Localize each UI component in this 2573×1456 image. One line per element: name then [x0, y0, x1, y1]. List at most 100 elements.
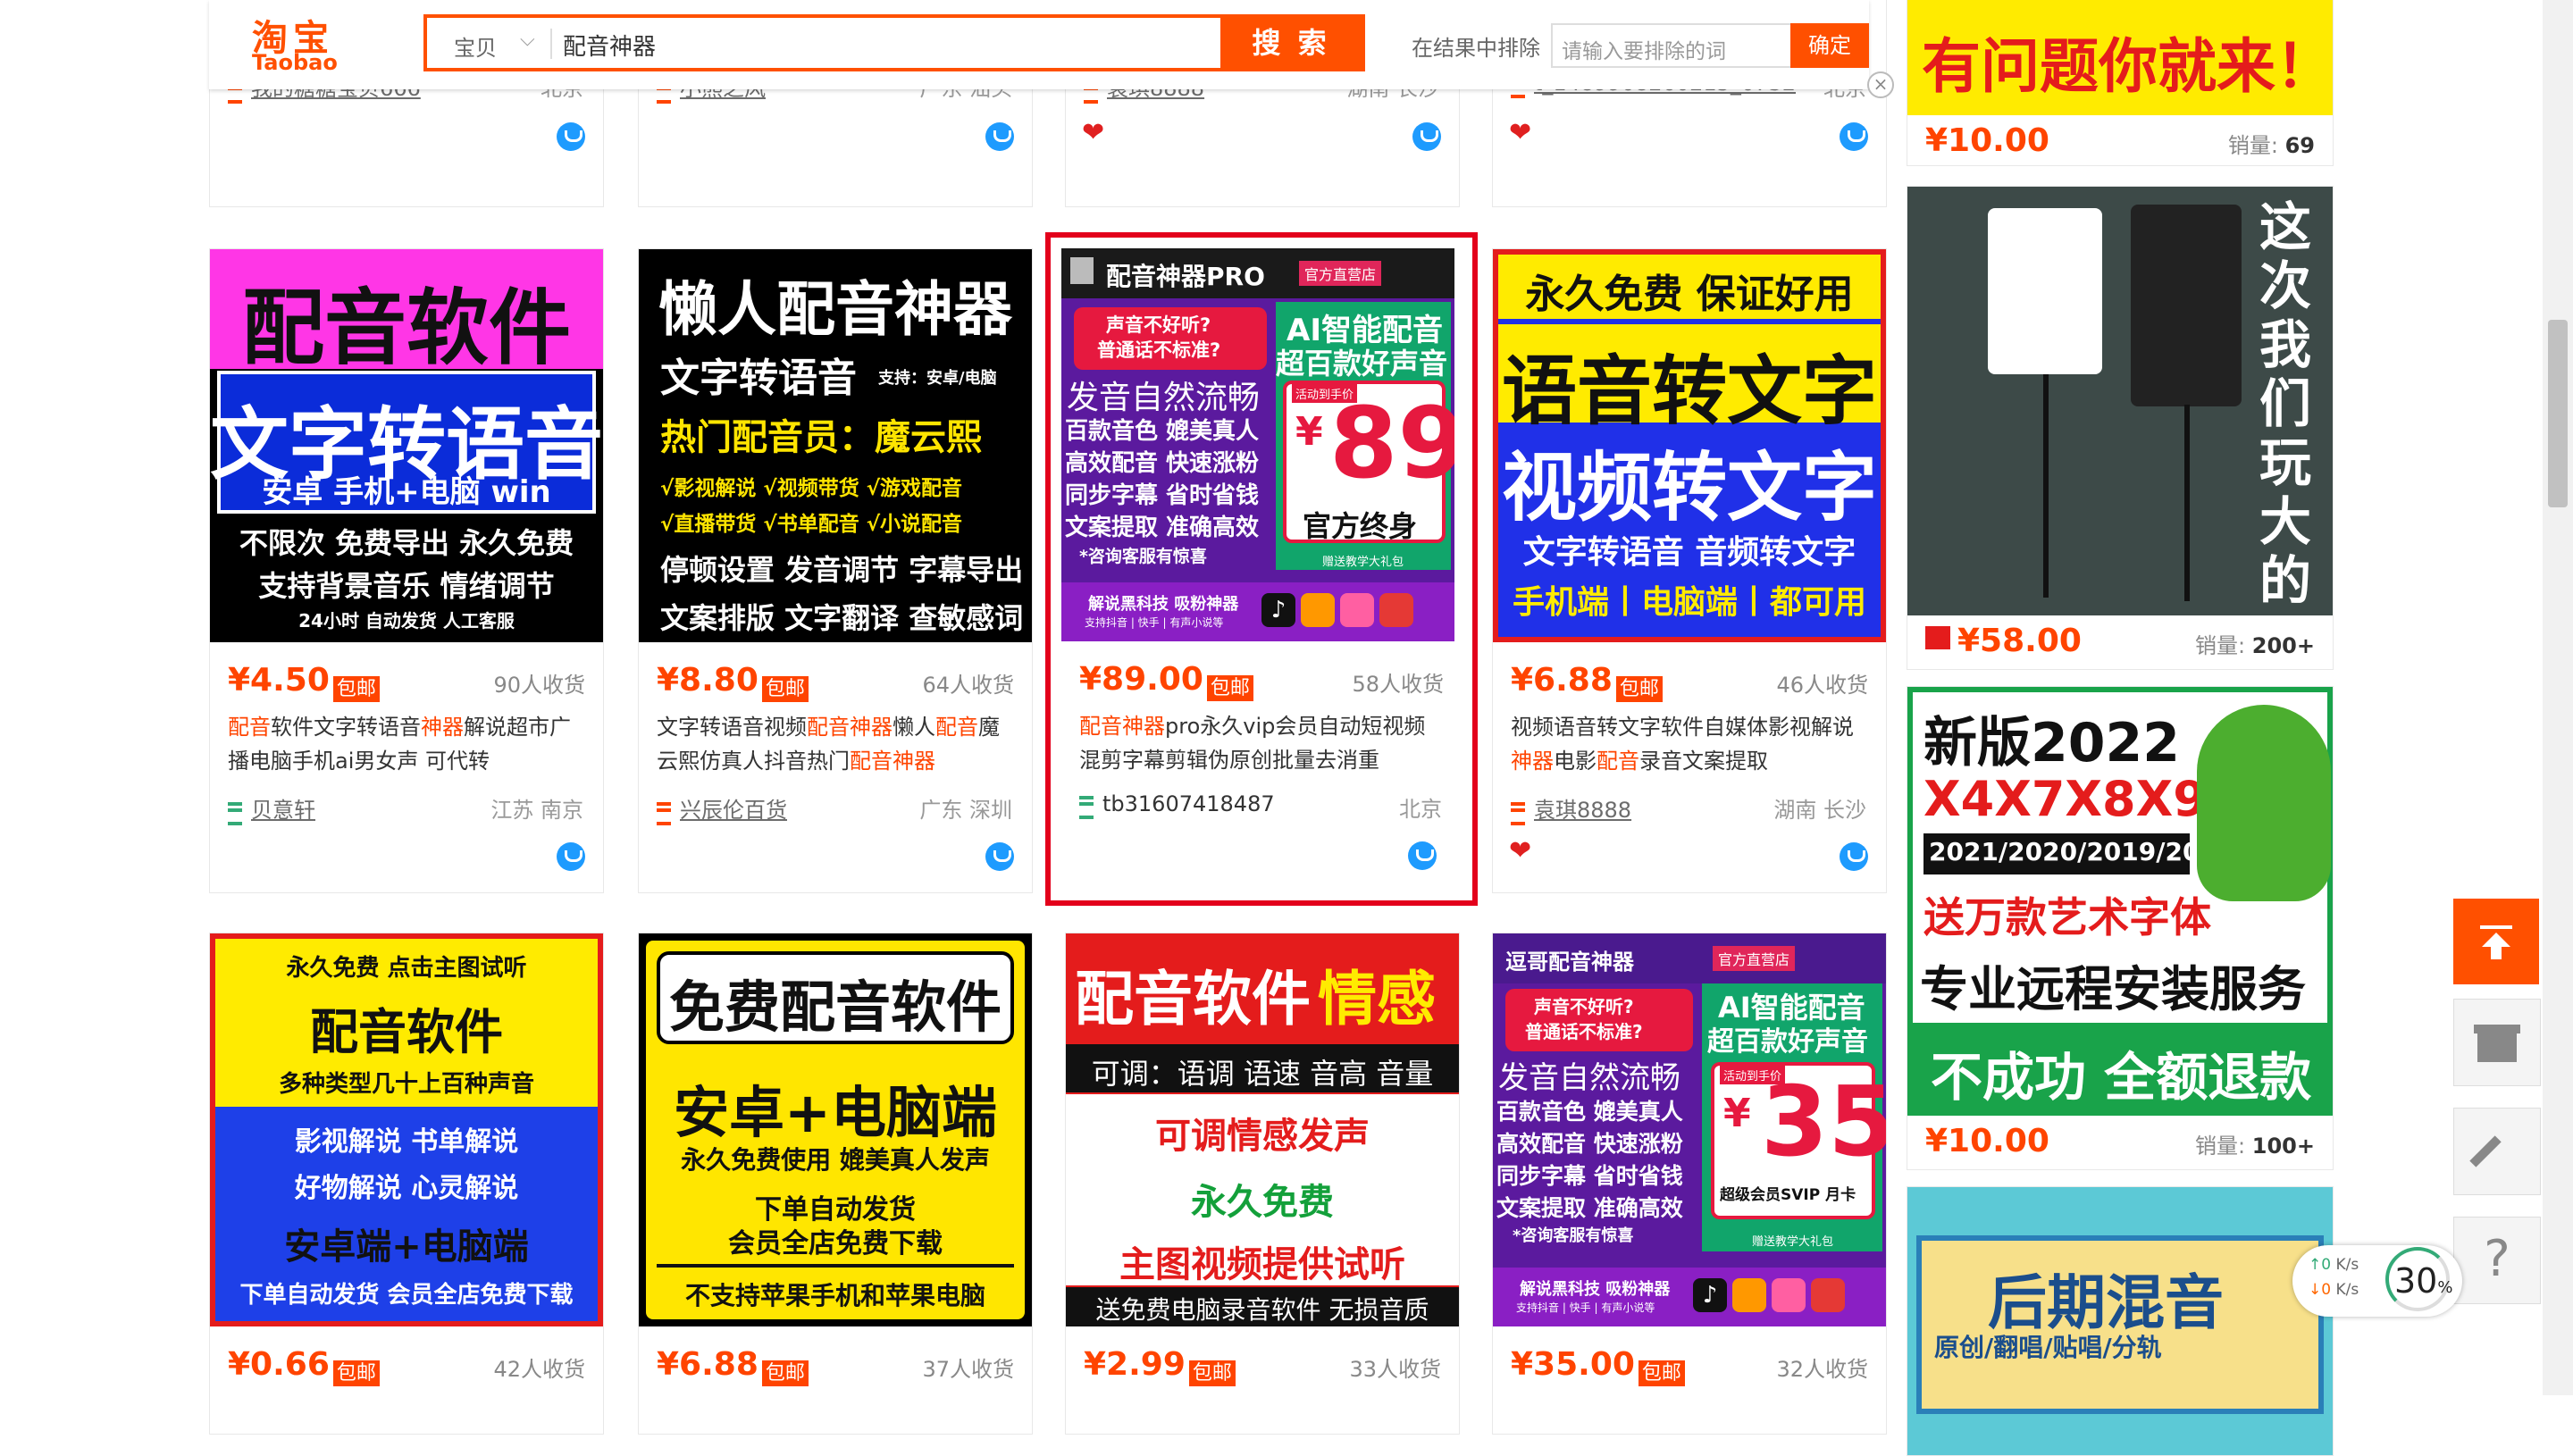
location: 广东 深圳: [919, 798, 1012, 823]
sales-count: 销量: 100+: [2195, 1134, 2315, 1159]
free-shipping-badge: 包邮: [761, 1360, 809, 1386]
wangwang-chat-icon[interactable]: [1840, 122, 1868, 151]
search-input[interactable]: 配音神器: [563, 29, 1099, 62]
product-card[interactable]: 免费配音软件 安卓+电脑端 永久免费使用 媲美真人发声 下单自动发货 会员全店免…: [638, 933, 1033, 1435]
free-shipping-badge: 包邮: [1638, 1360, 1685, 1386]
pencil-icon: [2469, 1135, 2502, 1167]
product-image[interactable]: 新版2022 X4X7X8X9 2021/2020/2019/2018 送万款艺…: [1907, 687, 2333, 1116]
confirm-button[interactable]: 确定: [1790, 23, 1869, 68]
location: 北京: [1399, 797, 1442, 822]
feedback-button[interactable]: [2453, 1108, 2541, 1195]
help-button[interactable]: ?: [2453, 1217, 2541, 1304]
shop-icon: [657, 801, 671, 825]
product-card[interactable]: 配音软件 情感 可调：语调 语速 音高 音量 可调情感发声 永久免费 主图视频提…: [1065, 933, 1460, 1435]
product-card[interactable]: 懒人配音神器 文字转语音 支持：安卓/电脑 热门配音员：魔云熙 √影视解说 √视…: [638, 248, 1033, 893]
sales-count: 46人收货: [1776, 673, 1868, 698]
app-icon: [1379, 593, 1413, 627]
price: ¥6.88: [657, 1346, 758, 1383]
scrollbar[interactable]: [2543, 0, 2573, 1395]
product-card[interactable]: 永久免费 点击主图试听 配音软件 多种类型几十上百种声音 影视解说 书单解说 好…: [209, 933, 604, 1435]
price: ¥4.50: [228, 662, 330, 699]
wangwang-chat-icon[interactable]: [985, 842, 1014, 871]
gift-button[interactable]: [2453, 999, 2541, 1086]
location: 湖南 长沙: [1773, 798, 1866, 823]
sales-count: 32人收货: [1776, 1357, 1868, 1382]
tiktok-icon: ♪: [1693, 1278, 1727, 1312]
heart-icon: ❤: [1509, 835, 1532, 866]
free-shipping-badge: 包邮: [332, 675, 380, 702]
product-card[interactable]: 配音软件 文字转语音 安卓 手机+电脑 win 不限次 免费导出 永久免费 支持…: [209, 248, 604, 893]
wangwang-chat-icon[interactable]: [1412, 122, 1441, 151]
usage-percent: 30%: [2394, 1261, 2453, 1301]
price: ¥0.66: [228, 1346, 330, 1383]
side-ad[interactable]: 新版2022 X4X7X8X9 2021/2020/2019/2018 送万款艺…: [1907, 686, 2334, 1170]
taobao-logo-en: Taobao: [252, 50, 338, 75]
wangwang-chat-icon[interactable]: [557, 122, 585, 151]
product-image[interactable]: 配音神器PRO 官方直营店 声音不好听? 普通话不标准? AI智能配音 超百款好…: [1061, 248, 1454, 641]
product-image[interactable]: 配音软件 情感 可调：语调 语速 音高 音量 可调情感发声 永久免费 主图视频提…: [1066, 933, 1459, 1326]
shop-icon: [228, 801, 242, 825]
price: ¥6.88: [1511, 662, 1613, 699]
product-image[interactable]: 永久免费 点击主图试听 配音软件 多种类型几十上百种声音 影视解说 书单解说 好…: [210, 933, 603, 1326]
product-image[interactable]: 后期混音 原创/翻唱/贴唱/分轨: [1907, 1187, 2333, 1455]
product-image[interactable]: 这次我们玩大的: [1907, 187, 2333, 615]
product-image[interactable]: 配音软件 文字转语音 安卓 手机+电脑 win 不限次 免费导出 永久免费 支持…: [210, 249, 603, 642]
search-scope-select[interactable]: 宝贝 ⌵: [427, 18, 552, 68]
product-title[interactable]: 文字转语音视频配音神器懒人配音魔云熙仿真人抖音热门配音神器: [657, 710, 1014, 778]
exclude-input[interactable]: 请输入要排除的词: [1551, 23, 1792, 68]
wangwang-chat-icon[interactable]: [557, 842, 585, 871]
sales-count: 58人收货: [1352, 672, 1444, 697]
free-shipping-badge: 包邮: [332, 1360, 380, 1386]
wangwang-chat-icon[interactable]: [985, 122, 1014, 151]
exclude-label: 在结果中排除: [1412, 36, 1540, 61]
shop-name[interactable]: tb31607418487: [1102, 791, 1275, 816]
wangwang-chat-icon[interactable]: [1408, 841, 1437, 870]
product-card-selected[interactable]: 配音神器PRO 官方直营店 声音不好听? 普通话不标准? AI智能配音 超百款好…: [1045, 232, 1478, 906]
question-icon: ?: [2484, 1230, 2510, 1288]
price: ¥89.00: [1079, 661, 1203, 698]
price: ¥10.00: [1925, 1123, 2049, 1159]
scrollbar-thumb[interactable]: [2548, 320, 2568, 507]
wangwang-chat-icon[interactable]: [1840, 842, 1868, 871]
speaker-icon: [1070, 257, 1094, 284]
sales-count: 90人收货: [493, 673, 585, 698]
arrow-up-icon: [2480, 925, 2512, 929]
product-card[interactable]: 逗哥配音神器 官方直营店 声音不好听? 普通话不标准? AI智能配音 超百款好声…: [1492, 933, 1887, 1435]
product-card[interactable]: 永久免费 保证好用 语音转文字 视频转文字 文字转语音 音频转文字 手机端丨电脑…: [1492, 248, 1887, 893]
shop-name[interactable]: 兴辰伦百货: [680, 798, 787, 823]
speed-widget[interactable]: ↑0 K/s ↓0 K/s 30%: [2292, 1245, 2462, 1317]
product-title[interactable]: 视频语音转文字软件自媒体影视解说神器电影配音录音文案提取: [1511, 710, 1868, 778]
kuaishou-icon: [1732, 1278, 1766, 1312]
download-speed: ↓0 K/s: [2309, 1281, 2359, 1299]
product-image[interactable]: 免费配音软件 安卓+电脑端 永久免费使用 媲美真人发声 下单自动发货 会员全店免…: [639, 933, 1032, 1326]
side-ad[interactable]: 后期混音 原创/翻唱/贴唱/分轨: [1907, 1186, 2334, 1456]
free-shipping-badge: 包邮: [1615, 675, 1663, 702]
price: ¥8.80: [657, 662, 758, 699]
heart-icon: ❤: [1082, 117, 1105, 148]
location: 江苏 南京: [490, 798, 583, 823]
sales-count: 37人收货: [922, 1357, 1014, 1382]
close-icon[interactable]: ×: [1867, 71, 1894, 98]
price: ¥10.00: [1925, 122, 2049, 159]
product-title[interactable]: 配音神器pro永久vip会员自动短视频混剪字幕剪辑伪原创批量去消重: [1079, 709, 1437, 777]
side-ad[interactable]: 这次我们玩大的 ¥58.00 销量: 200+: [1907, 186, 2334, 670]
product-title[interactable]: 配音软件文字转语音神器解说超市广播电脑手机ai男女声 可代转: [228, 710, 585, 778]
price: ¥58.00: [1957, 623, 2082, 659]
back-to-top-button[interactable]: [2453, 899, 2539, 984]
heart-icon: ❤: [1509, 117, 1532, 148]
search-box: 宝贝 ⌵ 配音神器 搜 索: [423, 14, 1365, 71]
tmall-icon: [1925, 626, 1950, 649]
sales-count: 42人收货: [493, 1357, 585, 1382]
free-shipping-badge: 包邮: [1206, 674, 1253, 701]
shop-name[interactable]: 袁琪8888: [1534, 798, 1631, 823]
product-image[interactable]: 永久免费 保证好用 语音转文字 视频转文字 文字转语音 音频转文字 手机端丨电脑…: [1493, 249, 1886, 642]
side-ad[interactable]: 有问题你就来！ ¥10.00 销量: 69: [1907, 0, 2334, 166]
sales-count: 33人收货: [1349, 1357, 1441, 1382]
search-button[interactable]: 搜 索: [1220, 18, 1362, 68]
shop-name[interactable]: 贝意轩: [251, 798, 315, 823]
product-image[interactable]: 逗哥配音神器 官方直营店 声音不好听? 普通话不标准? AI智能配音 超百款好声…: [1493, 933, 1886, 1326]
search-header: 淘宝 Taobao 宝贝 ⌵ 配音神器 搜 索 在结果中排除 请输入要排除的词 …: [209, 0, 1869, 89]
product-image[interactable]: 懒人配音神器 文字转语音 支持：安卓/电脑 热门配音员：魔云熙 √影视解说 √视…: [639, 249, 1032, 642]
price: ¥2.99: [1084, 1346, 1186, 1383]
shop-icon: [1079, 795, 1094, 819]
